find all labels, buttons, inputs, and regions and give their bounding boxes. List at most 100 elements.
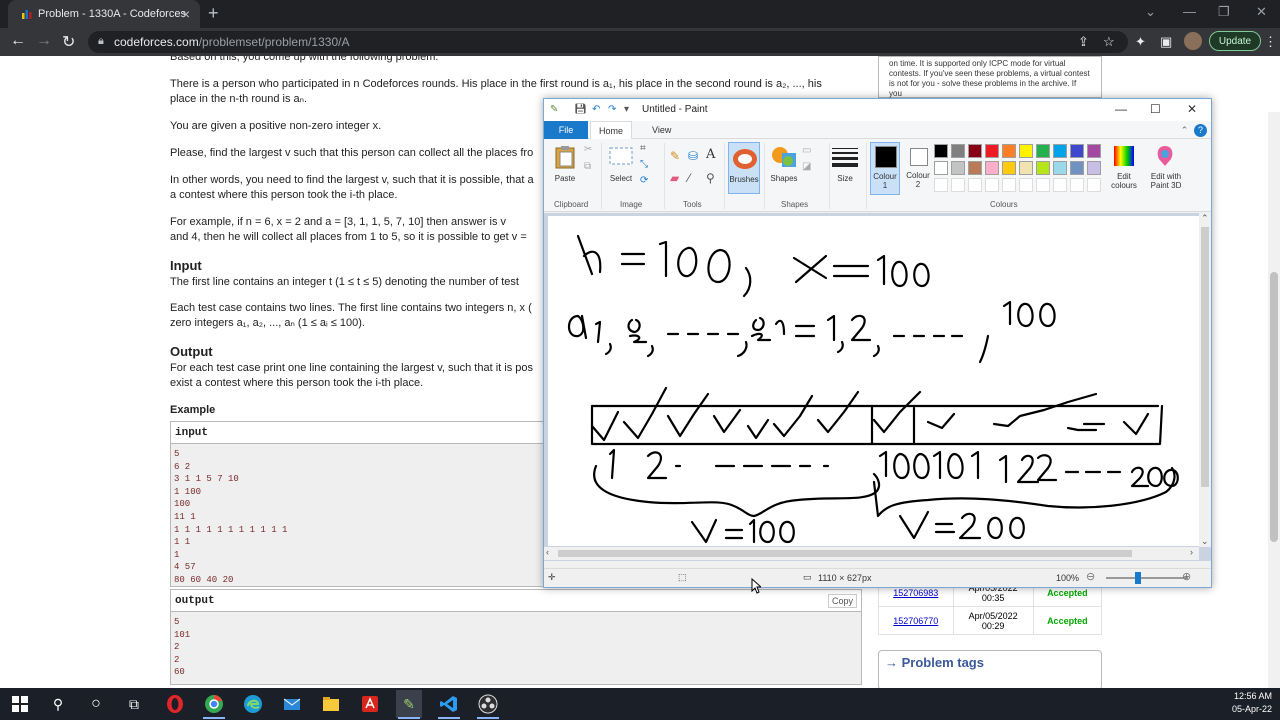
output-data[interactable]: 5 101 2 2 60 <box>171 612 861 683</box>
palette-swatch[interactable] <box>1053 161 1067 175</box>
edit-colours-icon[interactable] <box>1113 145 1135 167</box>
new-tab-icon[interactable]: + <box>208 3 219 24</box>
shapes-icon[interactable] <box>770 145 798 169</box>
cortana-icon[interactable]: ○ <box>86 694 106 714</box>
palette-swatch[interactable] <box>1002 161 1016 175</box>
tab-close-icon[interactable]: × <box>182 6 190 22</box>
paste-label[interactable]: Paste <box>553 174 577 183</box>
palette-swatch[interactable] <box>1087 144 1101 158</box>
paint3d-label[interactable]: Edit with Paint 3D <box>1146 172 1186 190</box>
rotate-icon[interactable]: ⟳ <box>640 175 648 186</box>
reload-icon[interactable]: ↻ <box>62 32 75 52</box>
palette-swatch[interactable] <box>1036 161 1050 175</box>
task-view-icon[interactable]: ⧉ <box>124 694 144 714</box>
paint-minimize-icon[interactable]: — <box>1115 102 1127 116</box>
edge-icon[interactable] <box>243 694 263 714</box>
fill-style-icon[interactable]: ◪ <box>802 161 811 172</box>
vscode-icon[interactable] <box>439 694 459 714</box>
share-icon[interactable]: ⇪ <box>1078 34 1089 50</box>
shapes-label[interactable]: Shapes <box>768 174 800 183</box>
browser-tab[interactable]: Problem - 1330A - Codeforces × <box>8 0 200 28</box>
color-picker-icon[interactable]: ⁄ <box>688 171 690 185</box>
palette-swatch[interactable] <box>968 144 982 158</box>
resize-icon[interactable]: ⤡ <box>640 159 648 170</box>
palette-empty-swatch[interactable] <box>951 178 965 192</box>
size-icon[interactable] <box>832 147 858 167</box>
submission-id-link[interactable]: 152706770 <box>893 616 938 626</box>
palette-swatch[interactable] <box>1002 144 1016 158</box>
zoom-out-icon[interactable]: ⊖ <box>1086 570 1095 583</box>
submission-id-link[interactable]: 152706983 <box>893 588 938 598</box>
palette-swatch[interactable] <box>985 144 999 158</box>
pencil-icon[interactable]: ✎ <box>670 149 680 163</box>
select-label[interactable]: Select <box>607 174 635 183</box>
page-scrollbar-thumb[interactable] <box>1270 272 1278 542</box>
palette-empty-swatch[interactable] <box>934 178 948 192</box>
colour2-button[interactable]: Colour 2 <box>904 142 934 195</box>
opera-icon[interactable] <box>165 694 185 714</box>
paint-close-icon[interactable]: ✕ <box>1187 102 1197 116</box>
colour1-button[interactable]: Colour 1 <box>870 142 900 195</box>
palette-swatch[interactable] <box>1019 144 1033 158</box>
update-button[interactable]: Update <box>1209 31 1261 51</box>
palette-empty-swatch[interactable] <box>968 178 982 192</box>
chrome-menu-icon[interactable]: ⋮ <box>1264 34 1277 50</box>
brushes-button[interactable]: Brushes <box>728 142 760 194</box>
palette-empty-swatch[interactable] <box>1002 178 1016 192</box>
paste-icon[interactable] <box>554 145 576 169</box>
copy-icon[interactable]: ⧉ <box>584 161 591 172</box>
outline-icon[interactable]: ▭ <box>802 145 811 156</box>
palette-swatch[interactable] <box>951 161 965 175</box>
palette-swatch[interactable] <box>1036 144 1050 158</box>
select-icon[interactable] <box>609 147 633 165</box>
scroll-down-icon[interactable]: ⌄ <box>1201 536 1209 547</box>
bookmark-star-icon[interactable]: ☆ <box>1103 34 1115 50</box>
extensions-puzzle-icon[interactable]: ✦ <box>1135 34 1146 50</box>
obs-icon[interactable] <box>478 694 498 714</box>
palette-swatch[interactable] <box>934 144 948 158</box>
text-tool-icon[interactable]: A <box>706 147 715 162</box>
palette-swatch[interactable] <box>934 161 948 175</box>
palette-empty-swatch[interactable] <box>1053 178 1067 192</box>
palette-swatch[interactable] <box>1087 161 1101 175</box>
palette-swatch[interactable] <box>1019 161 1033 175</box>
palette-swatch[interactable] <box>951 144 965 158</box>
palette-swatch[interactable] <box>985 161 999 175</box>
scroll-right-icon[interactable]: › <box>1190 547 1193 557</box>
palette-empty-swatch[interactable] <box>1036 178 1050 192</box>
copy-button[interactable]: Copy <box>827 594 857 608</box>
palette-swatch[interactable] <box>1053 144 1067 158</box>
size-label[interactable]: Size <box>832 174 858 183</box>
palette-empty-swatch[interactable] <box>1087 178 1101 192</box>
undo-icon[interactable]: ↶ <box>592 104 600 115</box>
scroll-left-icon[interactable]: ‹ <box>546 547 549 557</box>
palette-swatch[interactable] <box>968 161 982 175</box>
tab-search-chevron-icon[interactable]: ⌄ <box>1145 4 1156 20</box>
page-scrollbar[interactable] <box>1268 112 1280 688</box>
side-panel-icon[interactable]: ▣ <box>1160 34 1172 50</box>
collapse-ribbon-icon[interactable]: ⌃ <box>1178 124 1191 137</box>
redo-icon[interactable]: ↷ <box>608 104 616 115</box>
acrobat-icon[interactable] <box>360 694 380 714</box>
palette-swatch[interactable] <box>1070 161 1084 175</box>
paint-titlebar[interactable]: ✎ 💾︎ ↶ ↷ ▾ Untitled - Paint — ☐ ✕ <box>544 99 1211 121</box>
vertical-scroll-thumb[interactable] <box>1201 227 1209 487</box>
mail-icon[interactable] <box>282 694 302 714</box>
scroll-up-icon[interactable]: ⌃ <box>1201 213 1209 224</box>
paint3d-icon[interactable] <box>1154 144 1176 168</box>
forward-icon[interactable]: → <box>36 32 52 50</box>
cut-icon[interactable]: ✂ <box>584 144 592 155</box>
eraser-icon[interactable]: ▰ <box>670 171 679 185</box>
zoom-in-icon[interactable]: ⊕ <box>1182 570 1191 583</box>
system-clock[interactable]: 12:56 AM 05-Apr-22 <box>1232 690 1272 716</box>
crop-icon[interactable]: ⌗ <box>640 143 646 154</box>
drawing-canvas[interactable] <box>548 216 1200 546</box>
tab-view[interactable]: View <box>644 121 679 139</box>
window-close-icon[interactable]: ✕ <box>1256 4 1267 20</box>
magnifier-icon[interactable]: ⚲ <box>706 171 715 185</box>
quick-access-dropdown-icon[interactable]: ▾ <box>624 104 629 115</box>
zoom-slider-handle[interactable] <box>1135 572 1141 584</box>
windows-start-icon[interactable] <box>10 694 30 714</box>
save-icon[interactable]: 💾︎ <box>574 104 587 115</box>
canvas-vertical-scrollbar[interactable]: ⌃ ⌄ <box>1199 213 1211 547</box>
